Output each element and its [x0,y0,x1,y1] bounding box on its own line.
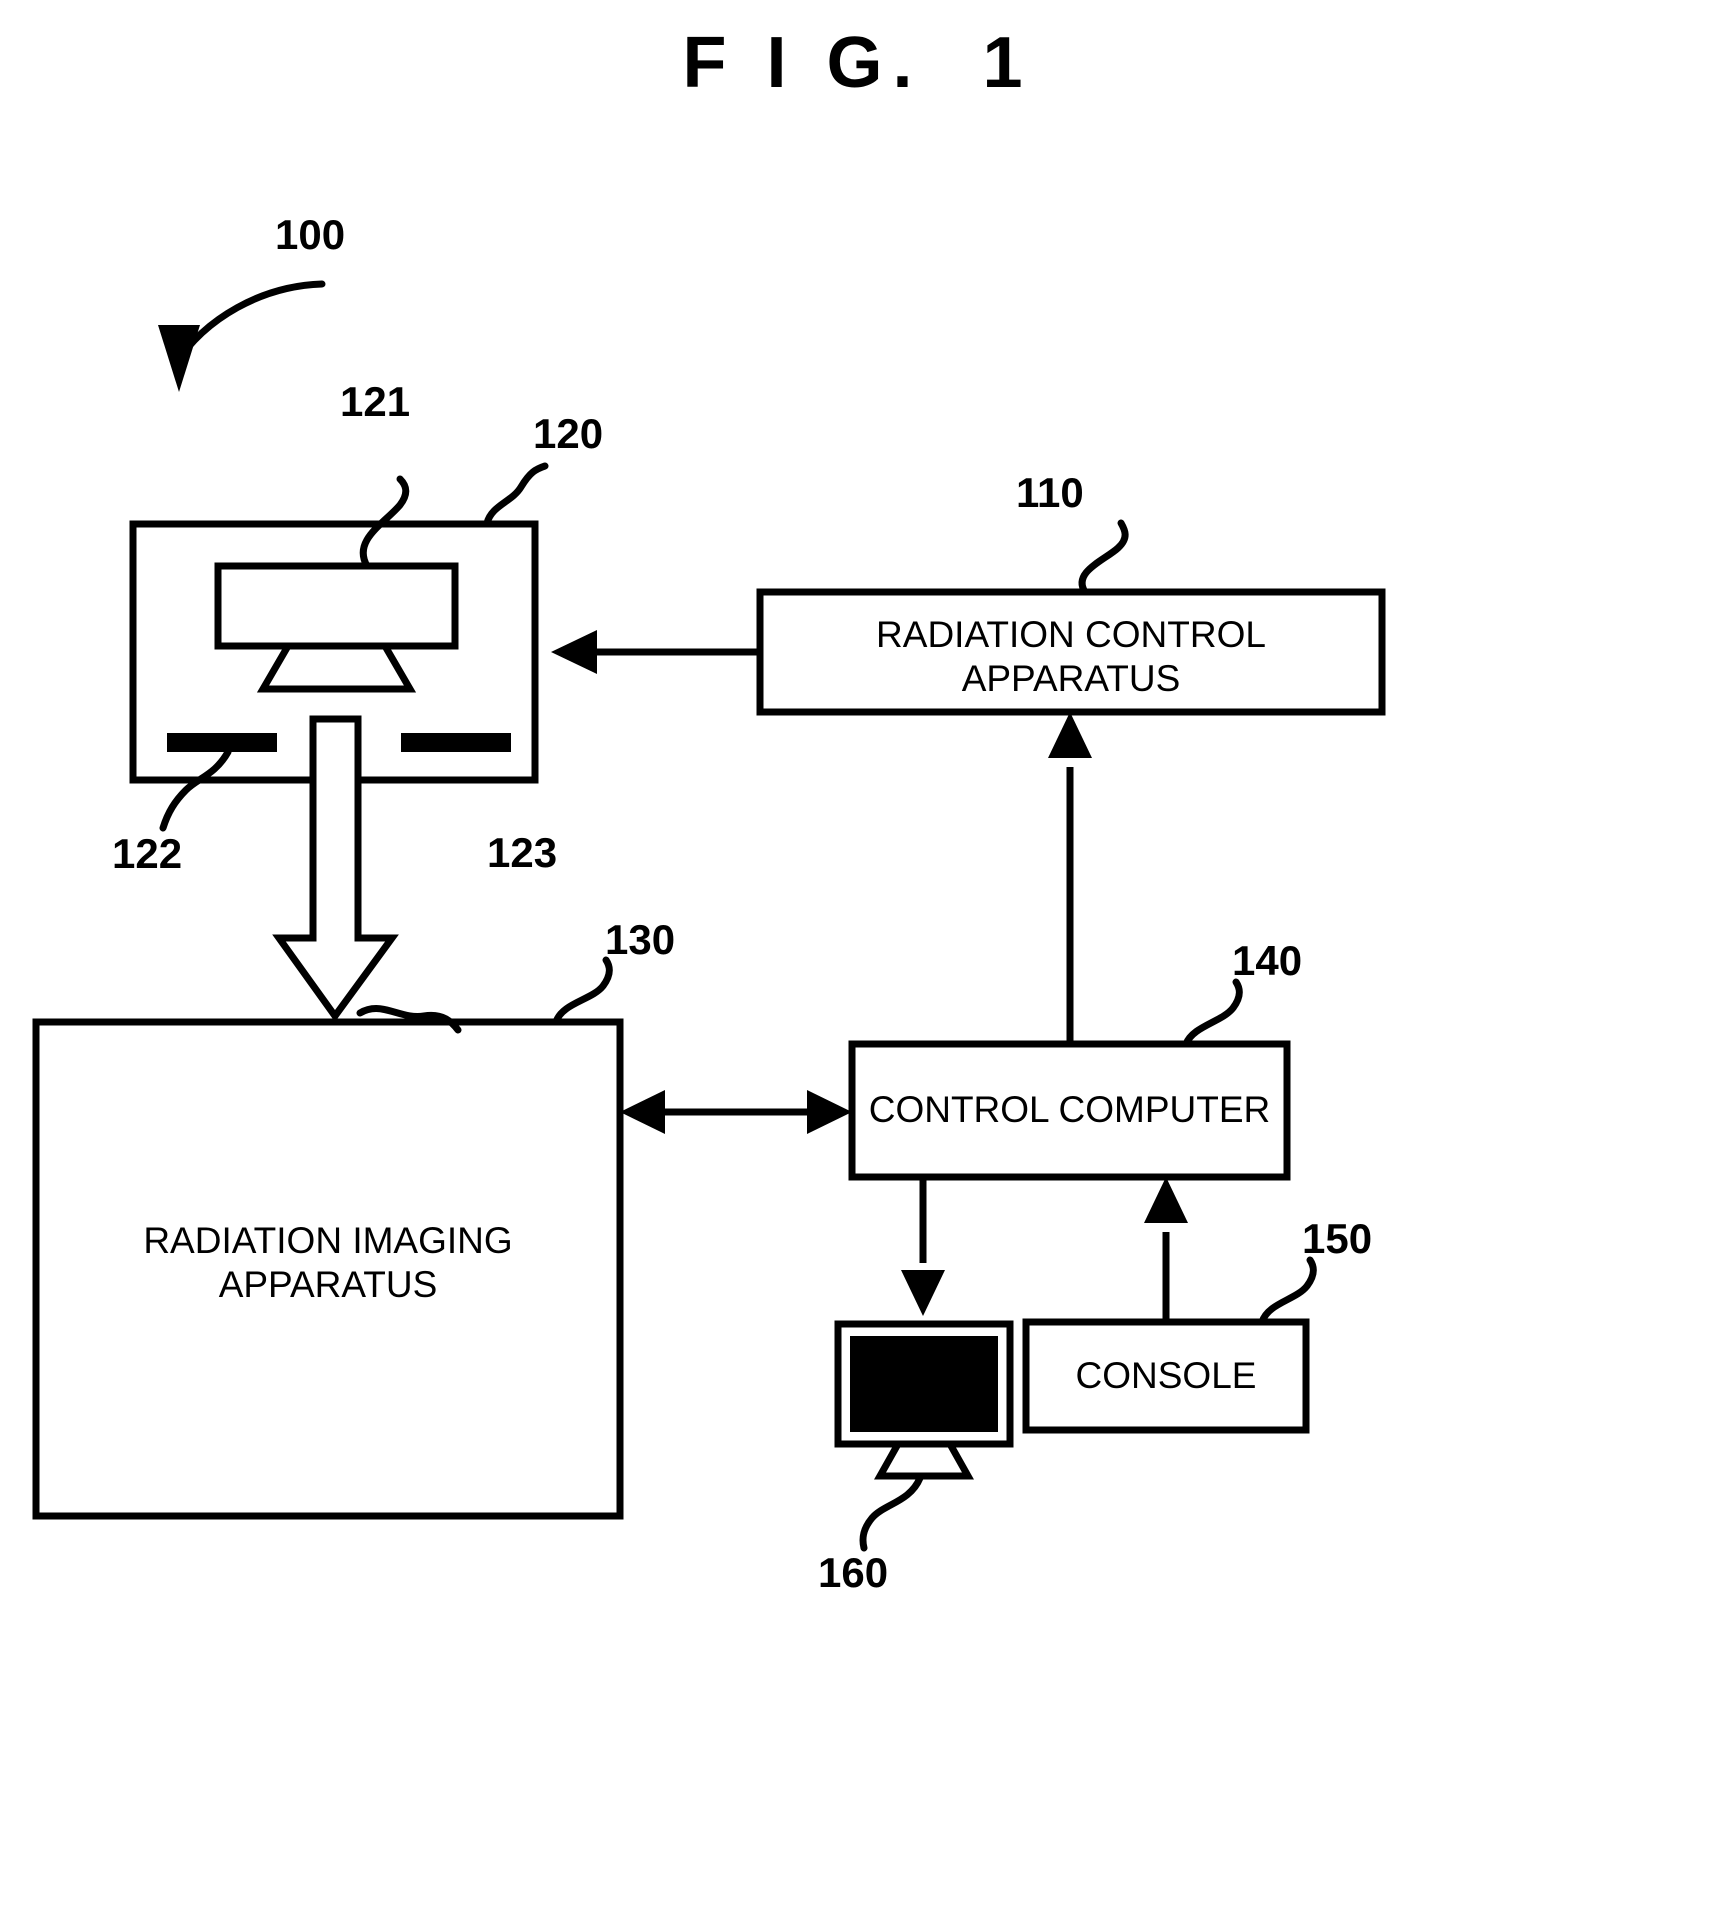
collimator-cone [256,642,417,693]
arrow-imaging-to-computer [620,1090,852,1134]
console-label: CONSOLE [1075,1355,1257,1396]
leader-110 [1078,519,1129,596]
patent-figure: F I G. 1 100 110 120 121 122 123 130 140… [0,0,1715,1917]
collimator-blade-left [167,733,277,752]
arrow-console-to-computer [1144,1177,1188,1322]
radiation-control-apparatus-label: RADIATION CONTROL APPARATUS [876,614,1266,699]
leader-160 [859,1474,924,1552]
ref-num-150: 150 [1302,1215,1373,1262]
radiation-imaging-apparatus-label: RADIATION IMAGING APPARATUS [143,1220,513,1305]
leader-120 [483,462,549,527]
leader-130 [552,956,613,1026]
arrow-control-to-source [551,630,760,674]
ref-num-160: 160 [818,1549,889,1596]
control-computer-label: CONTROL COMPUTER [868,1089,1271,1130]
leader-140 [1182,978,1243,1048]
arrow-computer-to-monitor [901,1177,945,1316]
ref-num-140: 140 [1232,937,1303,984]
ref-num-121: 121 [340,378,411,425]
ref-num-120: 120 [533,410,604,457]
ref-num-100: 100 [275,211,346,258]
leader-122 [159,748,232,832]
ref-num-123: 123 [487,829,558,876]
ref-num-110: 110 [1016,469,1084,516]
collimator-blade-right [401,733,511,752]
leader-150 [1258,1256,1317,1326]
monitor-graphic [834,1320,1014,1480]
radiation-tube-box [214,562,459,650]
ref-num-122: 122 [112,830,183,877]
diagram-canvas [32,280,1386,1552]
arrow-computer-to-control [1048,712,1092,1044]
ref-num-130: 130 [605,916,676,963]
leader-100 [158,280,326,392]
radiation-beam-arrow [272,715,399,1022]
